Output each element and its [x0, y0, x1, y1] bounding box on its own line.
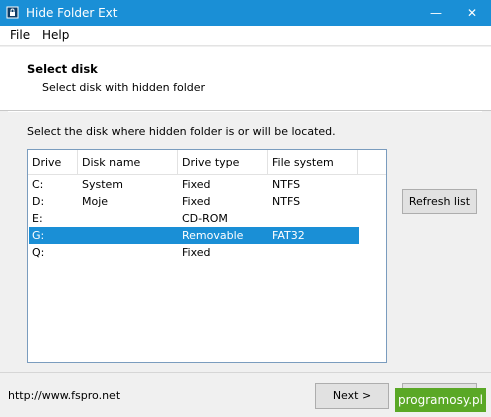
file-system-cell: NTFS: [272, 178, 301, 191]
disk-row-c[interactable]: C: System Fixed NTFS: [29, 176, 359, 193]
drive-type-cell: Removable: [182, 229, 244, 242]
disk-name-cell: System: [82, 178, 124, 191]
page-title: Select disk: [27, 62, 98, 76]
drive-type-cell: Fixed: [182, 246, 211, 259]
minimize-button[interactable]: —: [420, 0, 452, 26]
watermark-logo: programosy.pl: [395, 388, 486, 412]
menu-help[interactable]: Help: [38, 28, 73, 42]
disk-row-q[interactable]: Q: Fixed: [29, 244, 359, 261]
disk-name-cell: Moje: [82, 195, 109, 208]
drive-cell: Q:: [32, 246, 45, 259]
column-disk-name[interactable]: Disk name: [78, 150, 178, 175]
column-drive[interactable]: Drive: [28, 150, 78, 175]
disk-list-header: Drive Disk name Drive type File system: [28, 150, 386, 175]
menu-file[interactable]: File: [6, 28, 34, 42]
instruction-text: Select the disk where hidden folder is o…: [27, 125, 336, 138]
refresh-list-button[interactable]: Refresh list: [402, 189, 477, 214]
drive-type-cell: CD-ROM: [182, 212, 228, 225]
file-system-cell: NTFS: [272, 195, 301, 208]
column-file-system[interactable]: File system: [268, 150, 358, 175]
wizard-header: Select disk Select disk with hidden fold…: [0, 47, 491, 111]
drive-cell: G:: [32, 229, 45, 242]
menu-bar: File Help: [0, 26, 491, 46]
close-button[interactable]: ✕: [456, 0, 488, 26]
page-subtitle: Select disk with hidden folder: [42, 81, 206, 94]
app-lock-icon: [6, 6, 19, 19]
drive-type-cell: Fixed: [182, 195, 211, 208]
drive-cell: D:: [32, 195, 45, 208]
drive-type-cell: Fixed: [182, 178, 211, 191]
drive-cell: E:: [32, 212, 43, 225]
column-drive-type[interactable]: Drive type: [178, 150, 268, 175]
title-bar: Hide Folder Ext — ✕: [0, 0, 491, 26]
website-url: http://www.fspro.net: [8, 389, 121, 402]
footer-divider: [0, 372, 491, 373]
disk-row-e[interactable]: E: CD-ROM: [29, 210, 359, 227]
file-system-cell: FAT32: [272, 229, 305, 242]
next-button[interactable]: Next >: [315, 383, 389, 409]
disk-row-d[interactable]: D: Moje Fixed NTFS: [29, 193, 359, 210]
window-title: Hide Folder Ext: [26, 6, 118, 20]
header-divider: [8, 111, 482, 112]
disk-list[interactable]: Drive Disk name Drive type File system C…: [27, 149, 387, 363]
disk-row-g[interactable]: G: Removable FAT32: [29, 227, 359, 244]
drive-cell: C:: [32, 178, 44, 191]
